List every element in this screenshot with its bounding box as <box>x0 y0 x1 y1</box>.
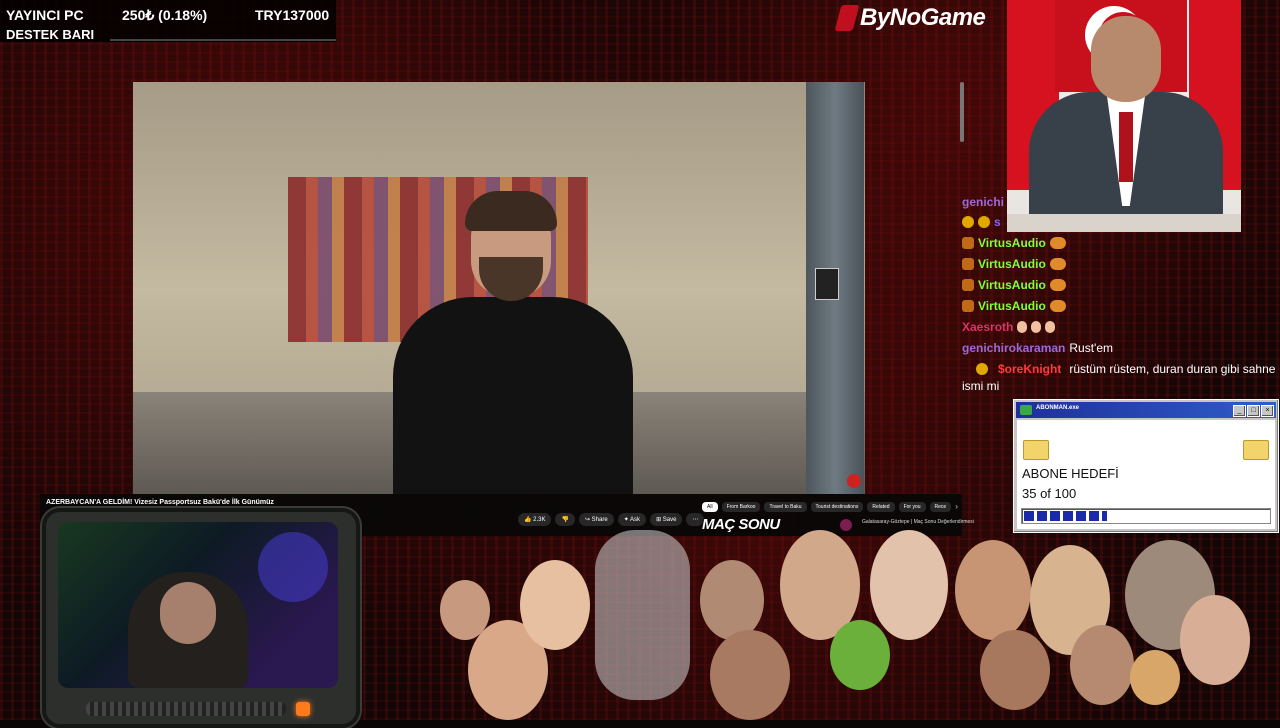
collage-face <box>1180 595 1250 685</box>
chip-related[interactable]: Related <box>867 502 895 512</box>
chat-message: VirtusAudio <box>962 299 1066 313</box>
channel-watermark-icon <box>847 474 861 488</box>
collage-face <box>870 530 948 640</box>
chat-username: Xaesroth <box>962 320 1014 334</box>
folder-icon <box>1023 440 1049 460</box>
chat-text: ismi mi <box>962 379 1000 393</box>
badge-icon <box>962 216 974 228</box>
tiger-badge-icon <box>962 279 974 291</box>
clap-emote-icon <box>1045 321 1056 333</box>
collage-glass <box>595 530 690 700</box>
overlay-portrait-image <box>1007 0 1241 232</box>
webcam-screen <box>58 522 338 688</box>
video-action-buttons: 👍 2.3K 👎 ↪ Share ✦ Ask ⊞ Save ⋯ <box>518 513 705 526</box>
collage-face <box>520 560 590 650</box>
chat-username: genichirokaraman <box>962 341 1066 355</box>
video-pole-sign <box>815 268 839 300</box>
chip-for-you[interactable]: For you <box>898 502 926 512</box>
chip-recent[interactable]: Rece <box>929 502 952 512</box>
close-icon[interactable]: × <box>1261 405 1274 417</box>
bynogame-mark-icon <box>834 5 860 31</box>
bynogame-logo: ByNoGame <box>834 2 986 34</box>
chat-username: VirtusAudio <box>978 257 1046 271</box>
clap-emote-icon <box>1031 321 1042 333</box>
recommended-video-title: Galatasaray-Göztepe | Maç Sonu Değerlend… <box>862 519 974 525</box>
window-titlebar: ABONMAN.exe _ □ × <box>1016 402 1276 418</box>
chat-message: VirtusAudio <box>962 257 1066 271</box>
chat-message: s <box>962 215 1001 229</box>
chat-text: rüstüm rüstem, duran duran gibi sahne <box>1069 362 1276 376</box>
chat-message: Xaesroth <box>962 320 1056 334</box>
goal-progress-fill <box>1024 511 1107 521</box>
collage-face <box>955 540 1031 640</box>
chat-username: VirtusAudio <box>978 236 1046 250</box>
tv-power-led <box>296 702 310 716</box>
video-presenter <box>353 191 653 494</box>
donation-amount: 250₺ (0.18%) <box>122 7 208 23</box>
chip-all[interactable]: All <box>702 502 718 512</box>
collage-face <box>980 630 1050 710</box>
ask-button[interactable]: ✦ Ask <box>617 513 647 526</box>
chat-message: $oreKnight rüstüm rüstem, duran duran gi… <box>976 362 1275 376</box>
streamer-webcam <box>42 508 360 728</box>
share-button[interactable]: ↪ Share <box>578 513 614 526</box>
collage-face <box>1070 625 1134 705</box>
chat-message: VirtusAudio <box>962 278 1066 292</box>
retro-tv-grill <box>86 702 286 716</box>
collage-face <box>710 630 790 720</box>
page-scrollbar[interactable] <box>960 82 964 142</box>
tiger-badge-icon <box>962 237 974 249</box>
tiger-badge-icon <box>962 258 974 270</box>
chip-travel-to-baku[interactable]: Travel to Baku <box>764 502 807 512</box>
chat-message-continuation: ismi mi <box>962 379 999 393</box>
save-button[interactable]: ⊞ Save <box>650 513 683 526</box>
chip-from-barkoo[interactable]: From Barkoo <box>721 502 761 512</box>
meme-faces-collage <box>420 530 1280 720</box>
app-icon <box>1020 405 1032 415</box>
donation-target: TRY137000 <box>255 7 330 23</box>
goal-count: 35 of 100 <box>1022 486 1077 501</box>
recommendation-chips: All From Barkoo Travel to Baku Tourist d… <box>702 502 958 512</box>
donation-label-secondary: DESTEK BARI <box>6 27 95 42</box>
chat-username: $oreKnight <box>998 362 1062 376</box>
chat-username: s <box>994 215 1001 229</box>
tiger-badge-icon <box>962 300 974 312</box>
donation-label: YAYINCI PC <box>6 7 84 23</box>
emote-icon <box>1049 237 1066 249</box>
emote-icon <box>1049 300 1066 312</box>
chat-text: Rust'em <box>1069 341 1114 355</box>
badge-icon <box>976 363 988 375</box>
collage-planet <box>1130 650 1180 705</box>
chat-username: genichi <box>962 195 1005 209</box>
chat-message: genichirokaraman Rust'em <box>962 341 1113 355</box>
minimize-icon[interactable]: _ <box>1233 405 1246 417</box>
video-title: AZERBAYCAN'A GELDİM! Vizesiz Passportsuz… <box>46 499 274 506</box>
goal-label: ABONE HEDEFİ <box>1022 466 1119 481</box>
logo-text: ByNoGame <box>860 4 986 31</box>
emote-icon <box>1049 258 1066 270</box>
subscriber-goal-window: ABONMAN.exe _ □ × ABONE HEDEFİ 35 of 100 <box>1013 399 1279 533</box>
donation-goal-bar: YAYINCI PC 250₺ (0.18%) TRY137000 DESTEK… <box>0 0 336 42</box>
emote-icon <box>1049 279 1066 291</box>
collage-face <box>830 620 890 690</box>
chat-message: genichi <box>962 195 1004 209</box>
goal-progress-bar <box>1021 508 1271 524</box>
window-title: ABONMAN.exe <box>1036 405 1080 411</box>
chevron-right-icon[interactable]: › <box>955 502 958 512</box>
maximize-icon[interactable]: □ <box>1247 405 1260 417</box>
open-folder-icon <box>1243 440 1269 460</box>
like-button[interactable]: 👍 2.3K <box>518 513 552 526</box>
clap-emote-icon <box>1017 321 1028 333</box>
dislike-button[interactable]: 👎 <box>555 513 575 526</box>
chat-username: VirtusAudio <box>978 278 1046 292</box>
donation-progress-track <box>110 39 336 41</box>
badge-icon <box>978 216 990 228</box>
chat-message: VirtusAudio <box>962 236 1066 250</box>
youtube-video-player[interactable] <box>133 82 865 494</box>
chip-tourist-destinations[interactable]: Tourist destinations <box>810 502 864 512</box>
window-content: ABONE HEDEFİ 35 of 100 <box>1017 420 1275 529</box>
chat-username: VirtusAudio <box>978 299 1046 313</box>
collage-face <box>700 560 764 640</box>
